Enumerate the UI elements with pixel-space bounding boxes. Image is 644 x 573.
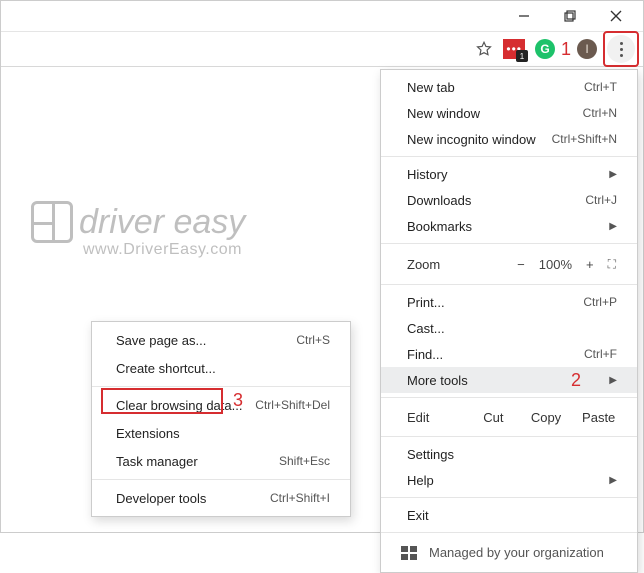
menu-item-history[interactable]: History ▶ [381,161,637,187]
zoom-in-button[interactable]: + [586,257,594,272]
menu-item-downloads[interactable]: Downloads Ctrl+J [381,187,637,213]
menu-item-cast[interactable]: Cast... [381,315,637,341]
submenu-item-save-page[interactable]: Save page as... Ctrl+S [92,326,350,354]
menu-item-bookmarks[interactable]: Bookmarks ▶ [381,213,637,239]
window-titlebar [1,1,643,31]
chevron-right-icon: ▶ [605,475,617,486]
menu-item-new-tab[interactable]: New tab Ctrl+T [381,74,637,100]
chevron-right-icon: ▶ [605,169,617,180]
watermark: driver easy www.DriverEasy.com [31,201,245,259]
extension-lastpass-icon[interactable]: ••• 1 [503,39,525,59]
browser-toolbar: ••• 1 G 1 I [1,31,643,67]
menu-item-new-incognito[interactable]: New incognito window Ctrl+Shift+N [381,126,637,152]
submenu-item-extensions[interactable]: Extensions [92,419,350,447]
chevron-right-icon: ▶ [605,221,617,232]
close-button[interactable] [593,1,639,31]
edit-paste-button[interactable]: Paste [572,410,625,425]
minimize-button[interactable] [501,1,547,31]
more-tools-submenu: Save page as... Ctrl+S Create shortcut..… [91,321,351,517]
submenu-item-clear-data[interactable]: Clear browsing data... Ctrl+Shift+Del [92,391,350,419]
menu-item-find[interactable]: Find... Ctrl+F [381,341,637,367]
menu-item-settings[interactable]: Settings [381,441,637,467]
zoom-out-button[interactable]: − [517,257,525,272]
extension-grammarly-icon[interactable]: G [535,39,555,59]
watermark-brand: driver easy [79,203,245,242]
chevron-right-icon: ▶ [605,375,617,386]
chrome-menu-button[interactable] [607,35,635,63]
menu-item-print[interactable]: Print... Ctrl+P [381,289,637,315]
bookmark-star-icon[interactable] [475,40,493,58]
menu-item-help[interactable]: Help ▶ [381,467,637,493]
menu-item-edit-row: Edit Cut Copy Paste [381,402,637,432]
watermark-url: www.DriverEasy.com [83,241,245,259]
menu-item-zoom: Zoom − 100% + ⛶ [381,248,637,280]
profile-avatar[interactable]: I [577,39,597,59]
menu-item-managed[interactable]: Managed by your organization [381,537,637,568]
annotation-step-2: 2 [571,370,581,391]
fullscreen-icon[interactable]: ⛶ [608,257,617,272]
annotation-step-1: 1 [561,39,571,60]
submenu-item-task-manager[interactable]: Task manager Shift+Esc [92,447,350,475]
edit-copy-button[interactable]: Copy [520,410,573,425]
menu-item-new-window[interactable]: New window Ctrl+N [381,100,637,126]
organization-icon [401,546,417,560]
menu-item-more-tools[interactable]: More tools 2 ▶ [381,367,637,393]
chrome-main-menu: New tab Ctrl+T New window Ctrl+N New inc… [380,69,638,573]
maximize-button[interactable] [547,1,593,31]
submenu-item-developer-tools[interactable]: Developer tools Ctrl+Shift+I [92,484,350,512]
zoom-value: 100% [539,257,572,272]
watermark-logo-icon [31,201,73,243]
submenu-item-create-shortcut[interactable]: Create shortcut... [92,354,350,382]
extension-badge: 1 [516,50,528,62]
menu-item-exit[interactable]: Exit [381,502,637,528]
edit-cut-button[interactable]: Cut [467,410,520,425]
vertical-ellipsis-icon [620,42,623,57]
